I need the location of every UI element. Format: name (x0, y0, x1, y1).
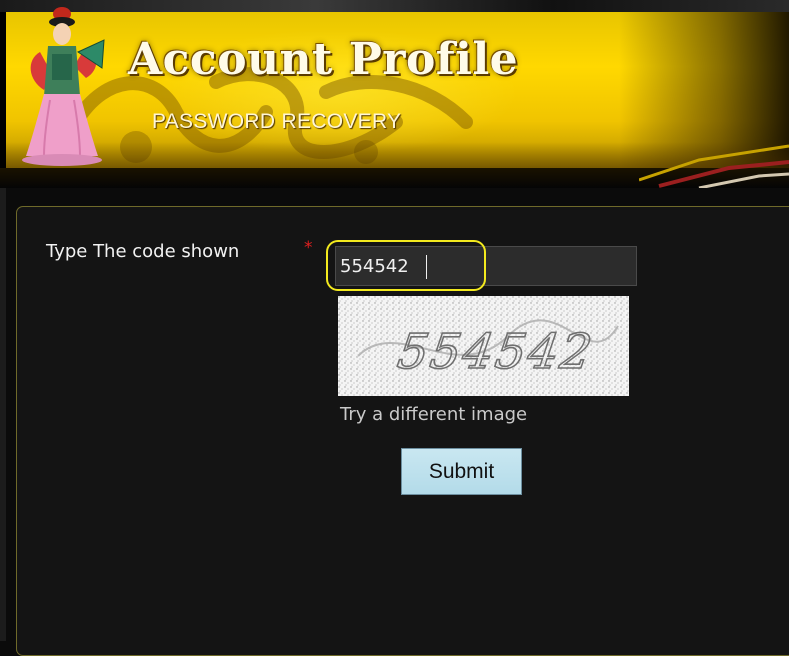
required-marker: * (304, 238, 313, 258)
dancer-figure-icon (22, 7, 105, 166)
banner-top-strip (0, 0, 789, 12)
captcha-image: 554542 (338, 296, 629, 396)
banner-streaks-decor (639, 144, 789, 188)
page-title: Account Profile (128, 34, 519, 85)
try-different-image-link[interactable]: Try a different image (340, 404, 527, 425)
page-left-edge (0, 188, 6, 641)
text-caret (426, 255, 427, 279)
captcha-text: 554542 (394, 324, 597, 380)
submit-button[interactable]: Submit (401, 448, 522, 495)
page-subtitle: PASSWORD RECOVERY (152, 110, 402, 133)
header-banner: Account Profile PASSWORD RECOVERY (0, 0, 789, 188)
code-field-label: Type The code shown (46, 241, 240, 262)
captcha-code-input[interactable] (335, 246, 637, 286)
